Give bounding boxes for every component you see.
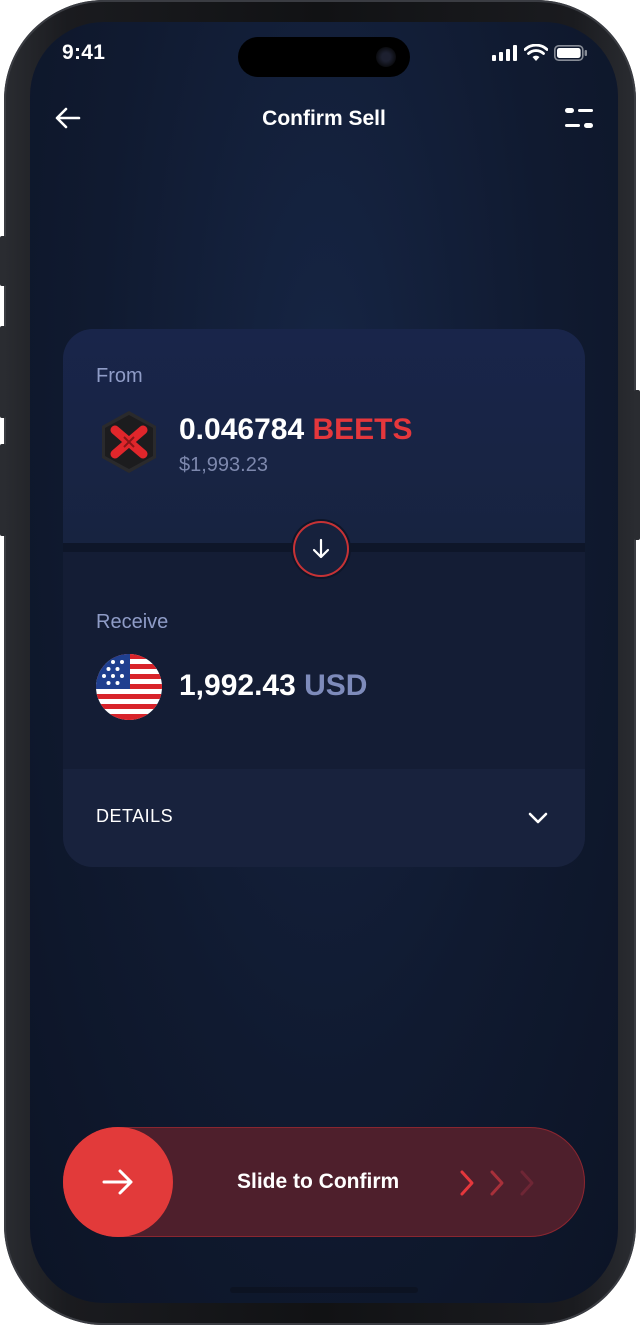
signal-icon [492, 45, 517, 61]
chevron-down-icon [525, 805, 551, 831]
swap-ring [293, 521, 349, 577]
arrow-right-icon [102, 1169, 133, 1195]
action-button [0, 236, 6, 286]
receive-label: Receive [96, 611, 169, 633]
from-amount: 0.046784 [179, 413, 305, 446]
volume-up-button [0, 326, 6, 418]
arrow-down-icon [312, 538, 330, 559]
beets-token-icon [102, 411, 156, 473]
settings-button[interactable] [562, 102, 596, 134]
from-label: From [96, 365, 143, 387]
chevron-right-icon [520, 1170, 534, 1196]
sliders-icon [565, 108, 593, 128]
swap-direction-button[interactable] [291, 519, 351, 579]
dynamic-island [238, 37, 410, 77]
status-icons [492, 44, 588, 62]
receive-amount-line: 1,992.43 USD [179, 669, 367, 703]
from-amount-line: 0.046784 BEETS [179, 413, 413, 447]
us-flag-icon [96, 654, 162, 720]
phone-frame: 9:41 Confirm Sell From 0.046784 BEETS $1… [0, 0, 640, 1325]
details-toggle[interactable]: DETAILS [63, 769, 585, 867]
page-title: Confirm Sell [262, 107, 386, 130]
chevron-right-icon [460, 1170, 474, 1196]
receive-amount: 1,992.43 [179, 669, 296, 702]
power-button [634, 390, 640, 540]
camera-icon [376, 47, 396, 67]
header: Confirm Sell [30, 94, 618, 142]
home-indicator [230, 1287, 418, 1293]
details-label: DETAILS [96, 806, 174, 826]
wifi-icon [524, 44, 548, 61]
volume-down-button [0, 444, 6, 536]
chevron-right-icon [490, 1170, 504, 1196]
slide-to-confirm[interactable]: Slide to Confirm [63, 1127, 585, 1237]
screen: 9:41 Confirm Sell From 0.046784 BEETS $1… [30, 22, 618, 1303]
receive-ticker: USD [304, 669, 368, 702]
slider-label: Slide to Confirm [237, 1170, 400, 1193]
battery-icon [554, 45, 587, 61]
sell-summary-card: From 0.046784 BEETS $1,993.23 Receive 1,… [63, 329, 585, 867]
receive-section: Receive 1,992.43 USD [63, 552, 585, 769]
from-section: From 0.046784 BEETS $1,993.23 [63, 329, 585, 543]
status-time: 9:41 [62, 41, 106, 64]
slider-chevrons [455, 1168, 539, 1198]
from-fiat-value: $1,993.23 [179, 454, 268, 476]
slider-thumb[interactable] [63, 1127, 173, 1237]
from-ticker: BEETS [312, 413, 413, 446]
